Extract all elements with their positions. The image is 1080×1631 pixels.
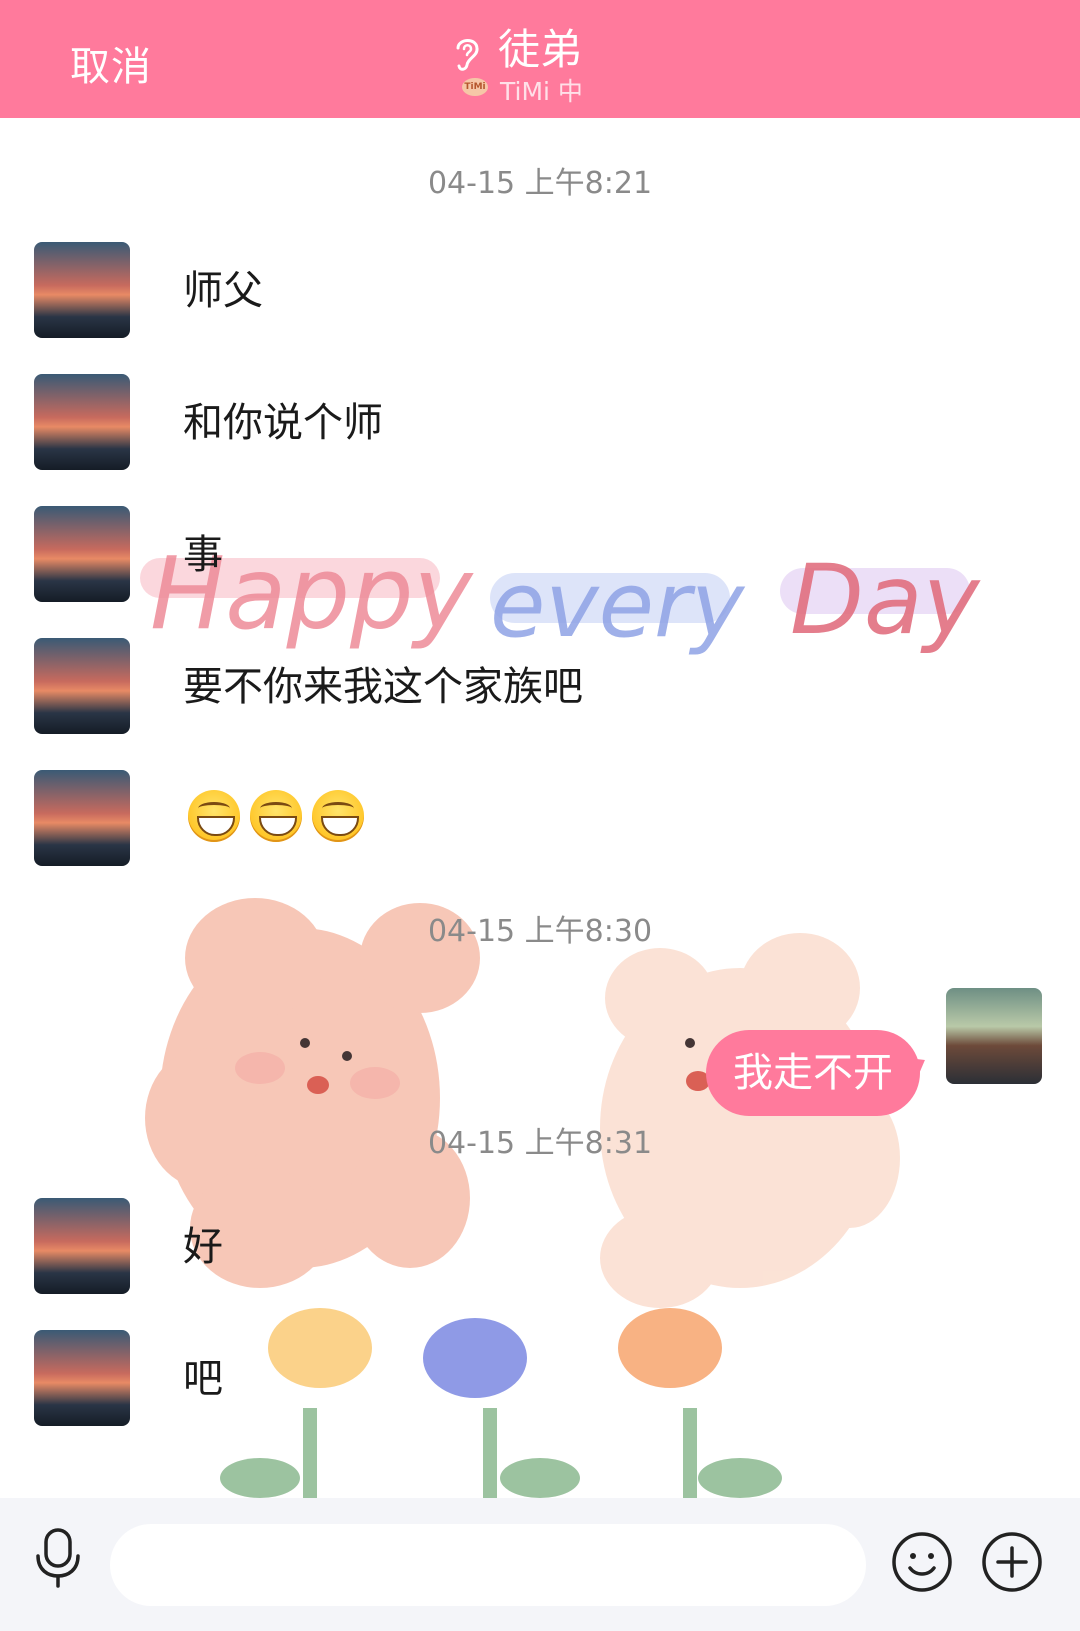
message-text: 吧 bbox=[183, 1356, 223, 1402]
timestamp: 04-15 上午8:21 bbox=[427, 166, 653, 201]
smile-icon[interactable] bbox=[890, 1530, 954, 1594]
avatar-me[interactable] bbox=[946, 988, 1042, 1084]
message-bubble-sent[interactable]: 我走不开 bbox=[706, 1030, 920, 1116]
grinning-face-icon bbox=[250, 790, 302, 842]
wallpaper-decoration: Happy every Day bbox=[140, 535, 981, 1498]
avatar-friend[interactable] bbox=[34, 1330, 130, 1426]
avatar-friend[interactable] bbox=[34, 770, 130, 866]
chat-title: 徒弟 bbox=[498, 25, 583, 74]
plus-icon[interactable] bbox=[980, 1530, 1044, 1594]
avatar-friend[interactable] bbox=[34, 374, 130, 470]
status-text: TiMi 中 bbox=[500, 77, 583, 106]
avatar-friend[interactable] bbox=[34, 638, 130, 734]
avatar-friend[interactable] bbox=[34, 242, 130, 338]
svg-text:Day: Day bbox=[790, 544, 981, 656]
chat-header: 取消 徒弟 TiMi TiMi 中 bbox=[0, 0, 1080, 118]
title-area: 徒弟 TiMi TiMi 中 bbox=[0, 10, 1080, 110]
message-text: 和你说个师 bbox=[183, 400, 383, 446]
message-text: 师父 bbox=[183, 268, 263, 314]
timi-logo-icon: TiMi bbox=[462, 78, 488, 96]
grinning-face-icon bbox=[312, 790, 364, 842]
avatar-friend[interactable] bbox=[34, 506, 130, 602]
emoji-message bbox=[188, 790, 364, 842]
ear-icon bbox=[456, 39, 479, 71]
message-text: 要不你来我这个家族吧 bbox=[183, 664, 583, 710]
avatar-friend[interactable] bbox=[34, 1198, 130, 1294]
timestamp: 04-15 上午8:30 bbox=[427, 914, 653, 949]
grinning-face-icon bbox=[188, 790, 240, 842]
message-text: 事 bbox=[183, 532, 223, 578]
input-bar bbox=[0, 1498, 1080, 1631]
svg-text:every: every bbox=[490, 553, 746, 658]
mic-icon[interactable] bbox=[32, 1526, 84, 1590]
timestamp: 04-15 上午8:31 bbox=[427, 1126, 653, 1161]
message-input[interactable] bbox=[110, 1524, 866, 1606]
chat-area[interactable]: Happy every Day 04-15 上午8:21 师父 和你说个师 事 … bbox=[0, 118, 1080, 1498]
message-text: 好 bbox=[183, 1224, 223, 1270]
